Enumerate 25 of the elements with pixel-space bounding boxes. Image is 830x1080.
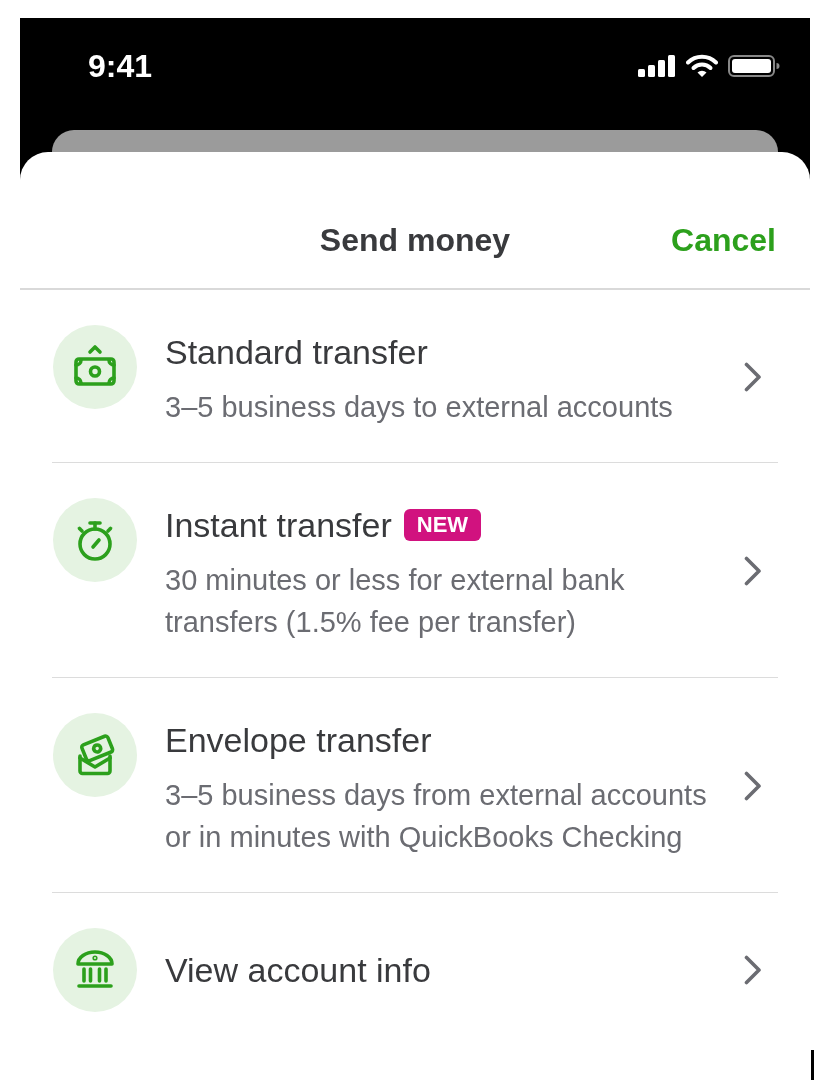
battery-icon — [728, 55, 780, 77]
option-row[interactable]: Envelope transfer 3–5 business days from external accounts or in minutes with QuickBooks Checking — [52, 678, 778, 893]
option-title: Standard transfer — [165, 332, 428, 372]
option-title: Envelope transfer — [165, 720, 432, 760]
signal-icon — [638, 55, 676, 77]
option-description: 30 minutes or less for external bank transfers (1.5% fee per transfer) — [165, 563, 626, 640]
sheet-title: Send money — [319, 222, 511, 258]
wifi-icon — [686, 54, 718, 78]
chevron-right-icon — [744, 770, 762, 801]
stopwatch-icon — [53, 498, 137, 582]
chevron-right-icon — [744, 955, 762, 985]
option-row[interactable]: Instant transfer NEW 30 minutes or less for external bank transfers (1.5% fee per transfer) — [52, 463, 778, 678]
status-time: 9:41 — [88, 48, 153, 84]
chevron-right-icon — [744, 361, 762, 392]
option-title: Instant transfer — [165, 505, 392, 545]
option-description: 3–5 business days to external accounts — [165, 390, 674, 425]
banknote-icon — [53, 325, 137, 409]
bank-icon — [53, 928, 137, 1012]
option-description: 3–5 business days from external accounts or in minutes with QuickBooks Checking — [165, 778, 708, 855]
option-row[interactable]: Standard transfer 3–5 business days to external accounts — [52, 290, 778, 463]
envelope-cash-icon — [53, 713, 137, 797]
new-badge: NEW — [403, 509, 482, 541]
chevron-right-icon — [744, 555, 762, 586]
option-title: View account info — [165, 950, 431, 990]
option-row[interactable]: View account info — [52, 893, 778, 1046]
